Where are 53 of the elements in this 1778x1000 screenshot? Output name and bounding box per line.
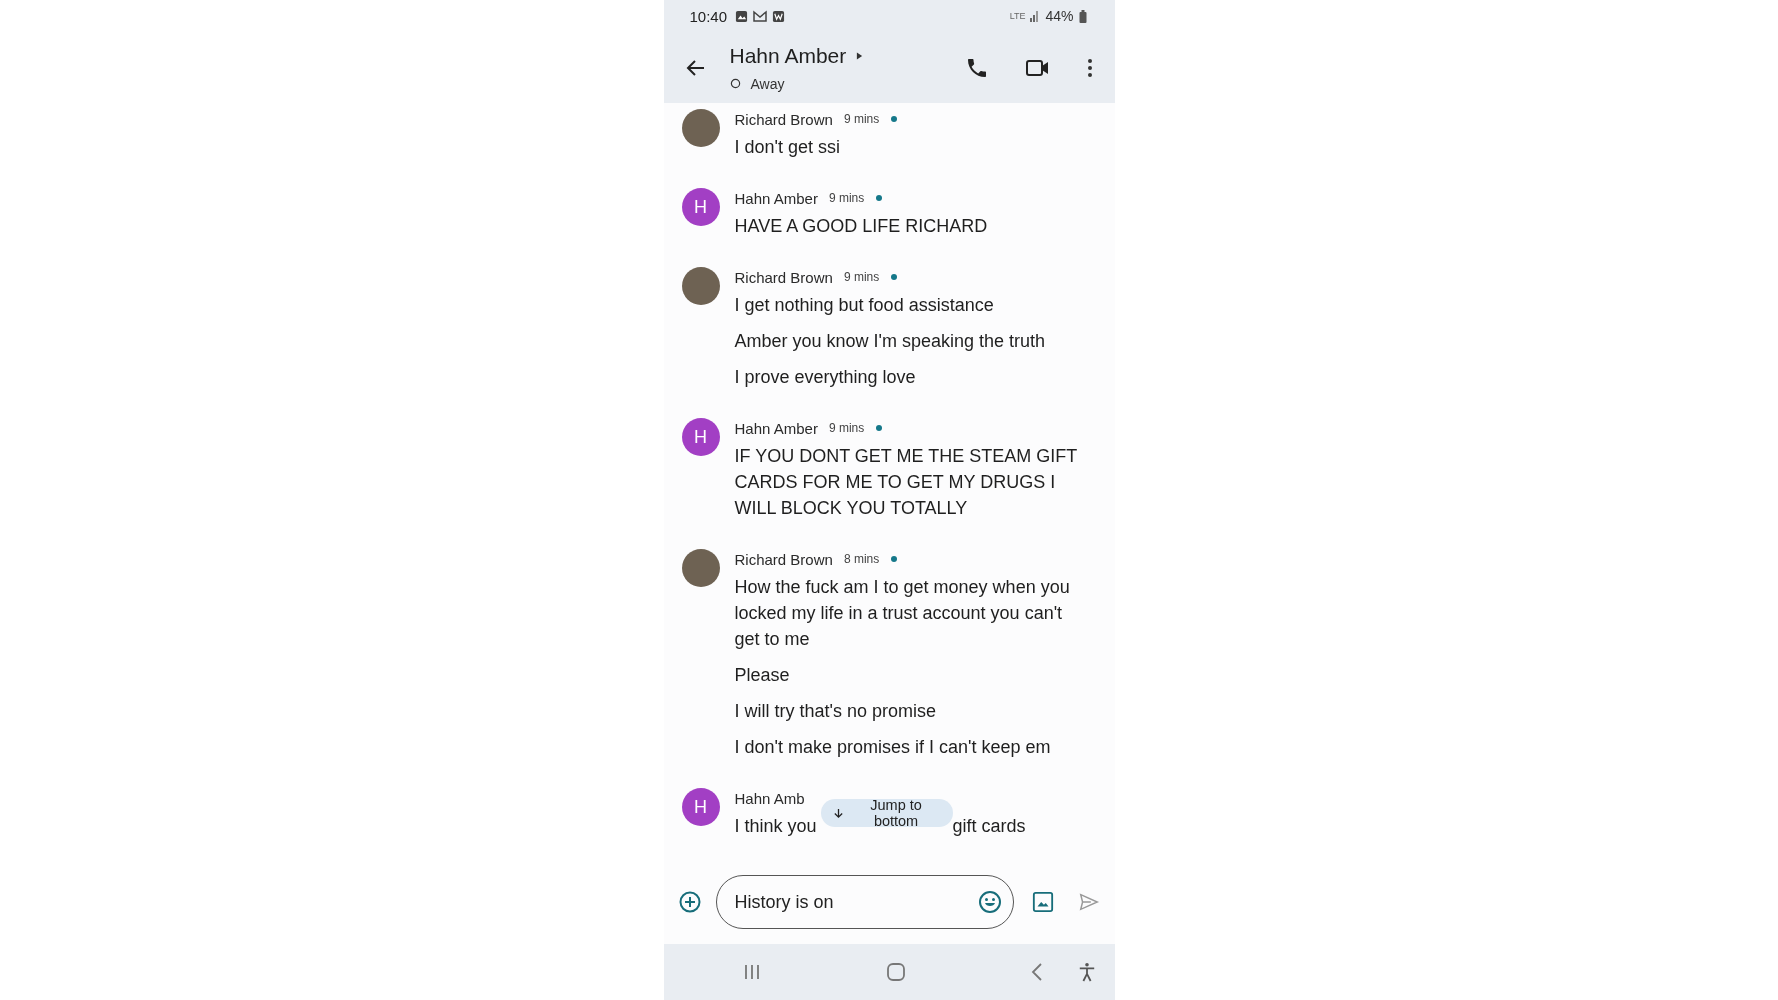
avatar-photo-placeholder [681, 109, 720, 147]
battery-percent: 44% [1045, 8, 1074, 24]
avatar-photo-placeholder [681, 267, 720, 305]
message-text: Amber you know I'm speaking the truth [734, 330, 1046, 353]
more-options-icon[interactable] [1086, 57, 1093, 78]
network-type: LTE [1009, 11, 1026, 21]
battery-icon [1078, 9, 1087, 23]
message-time: 9 mins [828, 421, 865, 435]
message-text: HAVE A GOOD LIFE RICHARD [734, 215, 988, 238]
message-time: 8 mins [843, 552, 880, 566]
add-circle-icon[interactable] [677, 890, 702, 914]
contact-name[interactable]: Hahn Amber [729, 43, 847, 68]
message-text: Please [734, 664, 791, 687]
clock-time: 10:40 [689, 7, 728, 25]
presence-status: Away [750, 75, 785, 92]
message-text: gift cards [952, 815, 1026, 838]
accessibility-icon[interactable] [1078, 961, 1097, 983]
send-icon[interactable] [1077, 891, 1100, 913]
message-text: IF YOU DONT GET ME THE STEAM GIFT CARDS FOR ME TO GET MY DRUGS I WILL BLOCK YOU TOTALLY [734, 445, 1078, 520]
message-time: 9 mins [843, 270, 880, 284]
message-text: How the fuck am I to get money when you locked my life in a trust account you can't get to me [734, 576, 1071, 651]
presence-circle-icon [729, 78, 741, 89]
signal-icon [1030, 9, 1041, 23]
video-camera-icon[interactable] [1024, 57, 1051, 78]
sender-name: Hahn Amber [734, 189, 818, 207]
jump-to-bottom-button[interactable]: Jump to bottom [820, 799, 953, 827]
message-text: I don't make promises if I can't keep em [734, 736, 1052, 759]
message-text: I think you [734, 815, 817, 838]
home-icon[interactable] [885, 962, 906, 982]
app-icon [772, 9, 786, 23]
sender-name: Richard Brown [734, 550, 833, 568]
back-icon[interactable] [1030, 962, 1045, 982]
image-icon [735, 9, 749, 23]
message-text: I don't get ssi [734, 136, 841, 159]
smiley-face-icon[interactable] [977, 890, 1002, 914]
avatar-circle: H [681, 188, 720, 226]
mail-icon [753, 10, 768, 22]
sender-name: Hahn Amber [734, 419, 818, 437]
avatar-circle: H [681, 788, 720, 826]
avatar-photo-placeholder [681, 549, 720, 587]
message-text: I get nothing but food assistance [734, 294, 995, 317]
message-text: I will try that's no promise [734, 700, 937, 723]
message-time: 9 mins [843, 112, 880, 126]
message-time: 9 mins [828, 191, 865, 205]
avatar-circle: H [681, 418, 720, 456]
sender-name: Richard Brown [734, 110, 833, 128]
message-input-field[interactable]: History is on [715, 875, 1014, 929]
image-icon[interactable] [1031, 891, 1054, 913]
sender-name: Richard Brown [734, 268, 833, 286]
caret-icon[interactable] [856, 50, 864, 61]
sender-name: Hahn Amb [734, 789, 805, 807]
message-text: I prove everything love [734, 366, 917, 389]
down-arrow-icon [832, 807, 844, 819]
